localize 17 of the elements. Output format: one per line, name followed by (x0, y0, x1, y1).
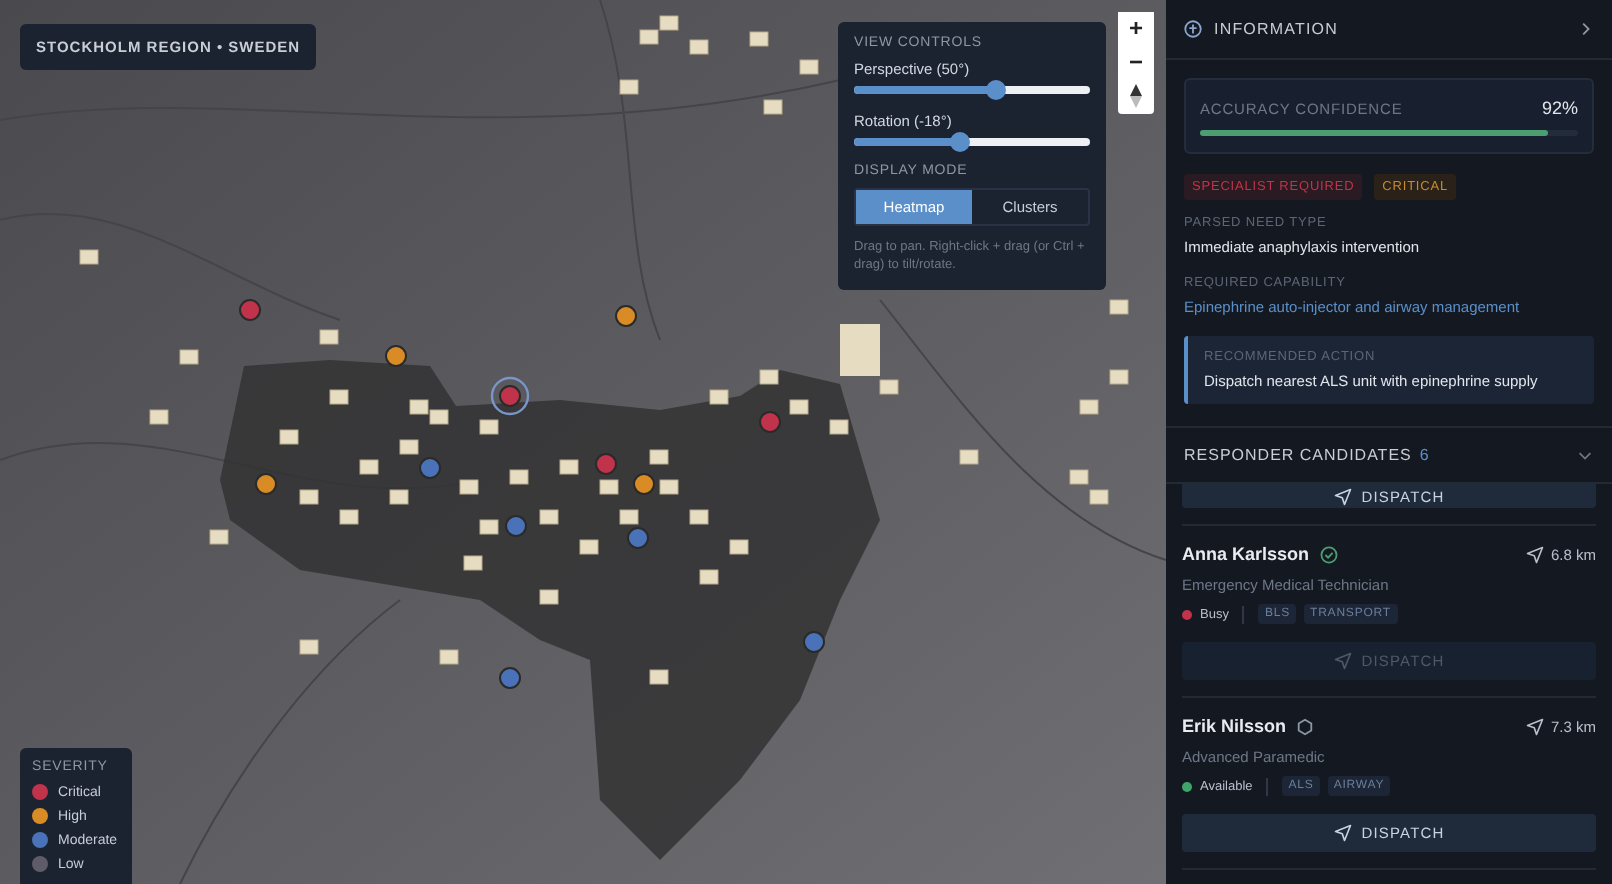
section-title: RESPONDER CANDIDATES (1184, 446, 1412, 464)
candidates-count: 6 (1419, 446, 1431, 464)
send-icon (1333, 652, 1352, 670)
send-icon (1526, 545, 1545, 563)
responder-name: Anna Karlsson (1182, 544, 1310, 564)
compass-icon[interactable] (1126, 84, 1146, 108)
slider-thumb[interactable] (950, 132, 971, 152)
accuracy-value: 92% (1541, 98, 1578, 118)
send-icon (1333, 824, 1352, 842)
panel-title: INFORMATION (1214, 20, 1341, 38)
send-icon (1526, 717, 1545, 735)
map-drawing[interactable] (0, 0, 1166, 884)
slider-track[interactable] (854, 138, 1090, 146)
slider-thumb[interactable] (985, 80, 1006, 100)
slider-track[interactable] (854, 86, 1090, 94)
send-icon (1333, 487, 1352, 505)
responder-name: Erik Nilsson (1182, 716, 1287, 736)
